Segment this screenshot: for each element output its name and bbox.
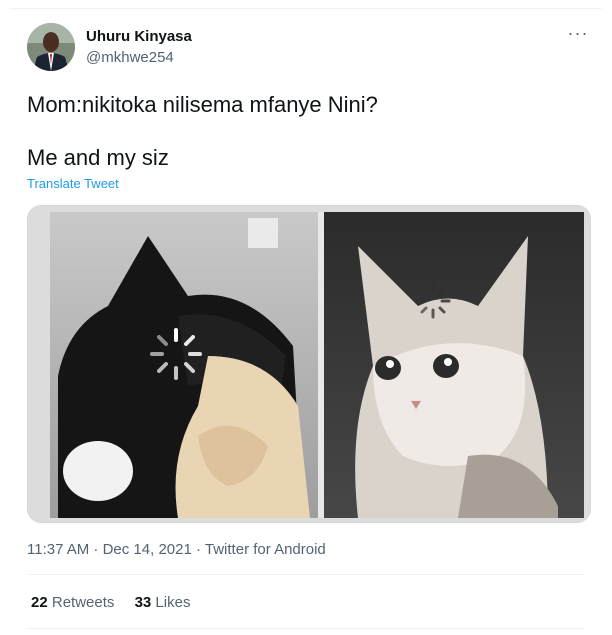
retweets-stat[interactable]: 22 Retweets bbox=[31, 594, 114, 611]
retweet-count: 22 bbox=[31, 594, 48, 611]
author-handle[interactable]: @mkhwe254 bbox=[86, 49, 174, 66]
tweet-text-line: Me and my siz bbox=[27, 145, 169, 170]
author-name[interactable]: Uhuru Kinyasa bbox=[86, 28, 192, 45]
avatar-image bbox=[27, 23, 75, 71]
avatar[interactable] bbox=[27, 23, 75, 71]
tweet-timestamp[interactable]: 11:37 AM · Dec 14, 2021 · bbox=[27, 541, 205, 558]
tweet-text: Mom:nikitoka nilisema mfanye Nini? Me an… bbox=[27, 90, 378, 173]
more-options-icon[interactable]: ··· bbox=[566, 24, 590, 48]
tweet-source[interactable]: Twitter for Android bbox=[205, 541, 326, 558]
likes-stat[interactable]: 33 Likes bbox=[135, 594, 191, 611]
tweet-stats: 22 Retweets 33 Likes bbox=[31, 594, 206, 611]
tweet-text-line: Mom:nikitoka nilisema mfanye Nini? bbox=[27, 92, 378, 117]
tweet-metadata: 11:37 AM · Dec 14, 2021 · Twitter for An… bbox=[27, 541, 326, 558]
retweets-label: Retweets bbox=[51, 594, 115, 611]
tweet-media-image[interactable] bbox=[27, 205, 591, 523]
translate-tweet-link[interactable]: Translate Tweet bbox=[27, 176, 119, 191]
divider bbox=[27, 628, 585, 629]
likes-label: Likes bbox=[155, 594, 191, 611]
like-count: 33 bbox=[134, 594, 152, 611]
meme-image bbox=[28, 206, 590, 522]
tweet: Uhuru Kinyasa @mkhwe254 ··· Mom:nikitoka… bbox=[0, 0, 612, 635]
divider bbox=[10, 8, 602, 9]
divider bbox=[27, 574, 585, 575]
